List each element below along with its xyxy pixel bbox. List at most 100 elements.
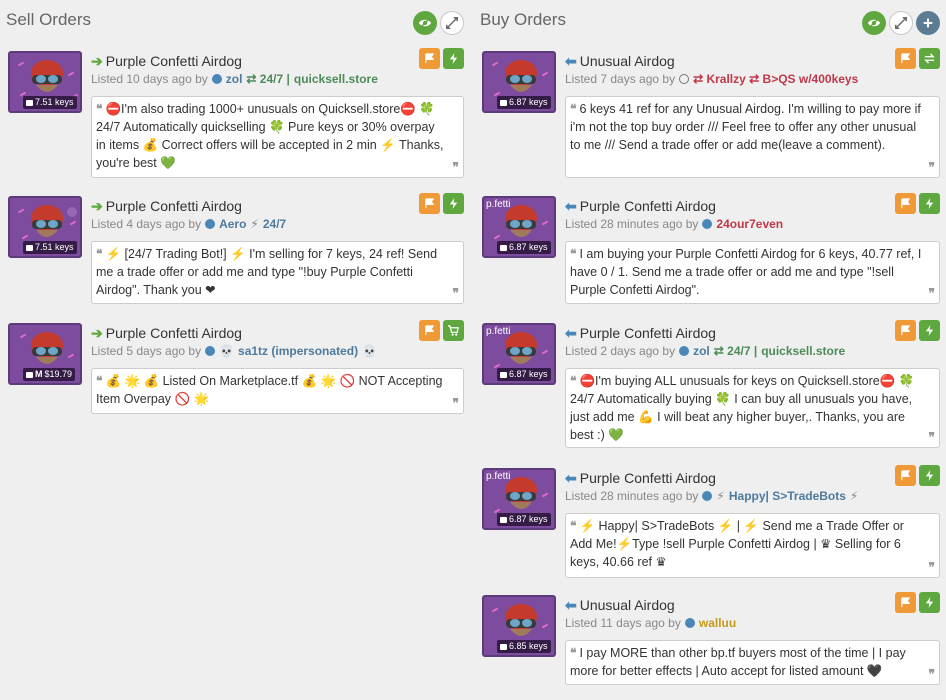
sell-orders-header: Sell Orders — [0, 0, 470, 44]
listed-by: Listed 4 days ago by Aero ⚡ 24/7 — [91, 217, 287, 231]
item-tile[interactable]: p.fetti 6.87 keys — [482, 196, 556, 258]
listing-message: ❝ 💰 🌟 💰 Listed On Marketplace.tf 💰 🌟 🚫 NO… — [91, 368, 464, 414]
buy-orders-column: Buy Orders 6.87 keys ⬅ Unusual Airdog Li… — [474, 0, 946, 685]
quote-close-icon: ❞ — [452, 396, 459, 410]
airdog-hat-icon — [31, 205, 63, 237]
sell-listing: M $19.79 ➔ Purple Confetti Airdog Listed 5… — [8, 320, 464, 414]
tag-icon — [500, 643, 507, 650]
plus-icon[interactable] — [916, 11, 940, 35]
listed-by: Listed 10 days ago by zol ⇄ 24/7 | quicksel… — [91, 72, 378, 86]
airdog-hat-icon — [505, 60, 537, 92]
buy-orders-title: Buy Orders — [480, 10, 566, 29]
lightning-icon[interactable] — [919, 592, 940, 613]
tag-icon — [26, 244, 33, 251]
sell-orders-title: Sell Orders — [6, 10, 92, 29]
item-tile[interactable]: M $19.79 — [8, 323, 82, 385]
airdog-hat-icon — [505, 604, 537, 636]
flag-icon[interactable] — [419, 193, 440, 214]
listing-actions — [895, 465, 940, 486]
cart-icon[interactable] — [443, 320, 464, 341]
arrow-left-icon: ⬅ — [565, 324, 577, 341]
item-name[interactable]: Purple Confetti Airdog — [580, 470, 716, 486]
arrow-right-icon: ➔ — [91, 197, 103, 214]
flag-icon[interactable] — [895, 48, 916, 69]
item-tile[interactable]: 6.85 keys — [482, 595, 556, 657]
price-badge: 7.51 keys — [23, 96, 77, 109]
listed-by: Listed 11 days ago by walluu — [565, 616, 737, 630]
status-dot — [702, 491, 713, 501]
quote-open-icon: ❝ — [570, 646, 577, 660]
quote-open-icon: ❝ — [570, 374, 577, 388]
listing-info: ⬅ Purple Confetti Airdog Listed 2 days ag… — [565, 320, 940, 448]
eye-icon[interactable] — [862, 11, 886, 35]
item-name[interactable]: Purple Confetti Airdog — [580, 198, 716, 214]
status-dot — [205, 346, 216, 356]
expand-icon[interactable] — [889, 11, 913, 35]
lightning-icon[interactable] — [919, 465, 940, 486]
quote-close-icon: ❞ — [928, 286, 935, 300]
lightning-icon[interactable] — [443, 48, 464, 69]
status-dot — [211, 74, 222, 84]
item-name[interactable]: Unusual Airdog — [580, 597, 675, 613]
listing-actions — [419, 48, 464, 69]
price-badge: 7.51 keys — [23, 241, 77, 254]
price-badge: 6.87 keys — [497, 241, 551, 254]
lightning-icon[interactable] — [919, 320, 940, 341]
quote-close-icon: ❞ — [928, 667, 935, 681]
sell-orders-column: Sell Orders 7.51 keys ➔ Purple Confetti A… — [0, 0, 470, 414]
sell-listing: 7.51 keys ➔ Purple Confetti Airdog Listed… — [8, 193, 464, 304]
item-tile[interactable]: p.fetti 6.87 keys — [482, 323, 556, 385]
tag-icon — [500, 244, 507, 251]
airdog-hat-icon — [31, 60, 63, 92]
arrow-left-icon: ⬅ — [565, 596, 577, 613]
lightning-icon[interactable] — [443, 193, 464, 214]
listing-info: ➔ Purple Confetti Airdog Listed 4 days ag… — [91, 193, 464, 304]
buy-listing: 6.87 keys ⬅ Unusual Airdog Listed 7 days … — [482, 48, 940, 181]
price-badge: 6.87 keys — [497, 368, 551, 381]
eye-icon[interactable] — [413, 11, 437, 35]
flag-icon[interactable] — [895, 193, 916, 214]
quote-open-icon: ❝ — [570, 519, 577, 533]
item-tile[interactable]: 6.87 keys — [482, 51, 556, 113]
price-badge: M $19.79 — [23, 368, 76, 381]
tag-icon — [500, 516, 507, 523]
item-name[interactable]: Purple Confetti Airdog — [106, 325, 242, 341]
quote-open-icon: ❝ — [96, 102, 103, 116]
buy-listing: p.fetti 6.87 keys ⬅ Purple Confetti Airdo… — [482, 193, 940, 304]
lightning-icon[interactable] — [919, 193, 940, 214]
item-name[interactable]: Purple Confetti Airdog — [106, 53, 242, 69]
status-dot — [679, 346, 690, 356]
airdog-hat-icon — [505, 477, 537, 509]
airdog-hat-icon — [505, 332, 537, 364]
quote-close-icon: ❞ — [452, 286, 459, 300]
sell-listing: 7.51 keys ➔ Purple Confetti Airdog Listed… — [8, 48, 464, 181]
tag-icon — [500, 99, 507, 106]
status-dot — [679, 74, 690, 84]
item-name[interactable]: Unusual Airdog — [580, 53, 675, 69]
airdog-hat-icon — [505, 205, 537, 237]
flag-icon[interactable] — [895, 320, 916, 341]
listing-info: ➔ Purple Confetti Airdog Listed 10 days a… — [91, 48, 464, 178]
tag-icon — [500, 371, 507, 378]
item-tile[interactable]: 7.51 keys — [8, 51, 82, 113]
flag-icon[interactable] — [895, 465, 916, 486]
status-dot — [702, 219, 713, 229]
item-tile[interactable]: p.fetti 6.87 keys — [482, 468, 556, 530]
item-name[interactable]: Purple Confetti Airdog — [106, 198, 242, 214]
listing-actions — [895, 48, 940, 69]
status-dot — [684, 618, 695, 628]
listing-info: ➔ Purple Confetti Airdog Listed 5 days ag… — [91, 320, 464, 414]
item-tile[interactable]: 7.51 keys — [8, 196, 82, 258]
item-name[interactable]: Purple Confetti Airdog — [580, 325, 716, 341]
listing-message: ❝ 6 keys 41 ref for any Unusual Airdog. I… — [565, 96, 940, 178]
quote-open-icon: ❝ — [96, 247, 103, 261]
swap-icon[interactable] — [919, 48, 940, 69]
price-badge: 6.85 keys — [497, 640, 551, 653]
flag-icon[interactable] — [419, 48, 440, 69]
flag-icon[interactable] — [419, 320, 440, 341]
flag-icon[interactable] — [895, 592, 916, 613]
quote-open-icon: ❝ — [570, 102, 577, 116]
listed-by: Listed 7 days ago by ⇄ Krallzy ⇄ B>QS w/4… — [565, 72, 859, 86]
expand-icon[interactable] — [440, 11, 464, 35]
arrow-left-icon: ⬅ — [565, 469, 577, 486]
